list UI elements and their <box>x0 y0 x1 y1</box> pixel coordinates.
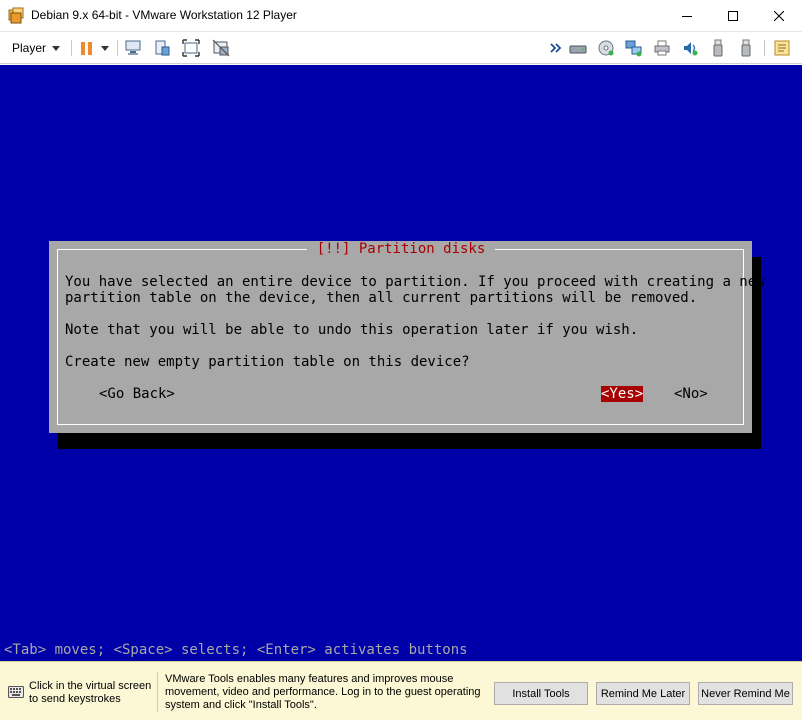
dialog-question: Create new empty partition table on this… <box>65 354 470 370</box>
show-devices-button[interactable] <box>549 39 563 57</box>
printer-device-button[interactable] <box>653 39 671 57</box>
network-adapter-icon <box>625 40 642 57</box>
chevron-down-icon <box>52 45 61 51</box>
no-button[interactable]: <No> <box>674 386 708 402</box>
vmware-tools-infobar: Click in the virtual screen to send keys… <box>0 661 802 720</box>
sound-card-device-button[interactable] <box>681 39 699 57</box>
usb-device-button[interactable] <box>709 39 727 57</box>
vmware-tools-message: VMware Tools enables many features and i… <box>165 673 481 711</box>
keyboard-hint: <Tab> moves; <Space> selects; <Enter> ac… <box>4 642 468 658</box>
go-back-button[interactable]: <Go Back> <box>99 386 175 402</box>
toolbar-separator <box>71 40 72 56</box>
player-menu-label: Player <box>12 41 47 55</box>
dialog-text-line: You have selected an entire device to pa… <box>65 274 765 290</box>
close-button[interactable] <box>756 0 802 31</box>
unity-button[interactable] <box>153 39 171 57</box>
yes-button[interactable]: <Yes> <box>601 386 644 402</box>
hard-disk-device-button[interactable] <box>569 39 587 57</box>
toolbar-separator <box>117 40 118 56</box>
infobar-divider <box>157 672 158 712</box>
toolbar: Player <box>0 32 802 64</box>
exit-unity-icon <box>212 39 230 57</box>
pause-button[interactable] <box>78 39 96 57</box>
hard-disk-icon <box>569 45 587 54</box>
close-icon <box>774 10 784 21</box>
minimize-button[interactable] <box>664 0 710 31</box>
printer-icon <box>654 40 670 56</box>
network-adapter-device-button[interactable] <box>625 39 643 57</box>
dialog-title: [!!] Partition disks <box>307 241 495 257</box>
usb-device-2-icon <box>741 39 751 57</box>
exit-unity-button[interactable] <box>212 39 230 57</box>
dialog-text-line: Note that you will be able to undo this … <box>65 322 639 338</box>
chevron-down-icon <box>101 45 109 51</box>
full-screen-button[interactable] <box>182 39 200 57</box>
maximize-icon <box>728 10 738 21</box>
full-screen-icon <box>182 39 200 57</box>
title-bar: Debian 9.x 64-bit - VMware Workstation 1… <box>0 0 802 32</box>
usb-device-2-button[interactable] <box>737 39 755 57</box>
never-remind-me-button[interactable]: Never Remind Me <box>698 682 793 705</box>
message-log-button[interactable] <box>773 39 791 57</box>
dialog-text-line: partition table on the device, then all … <box>65 290 698 306</box>
keyboard-icon <box>8 686 24 698</box>
keystrokes-hint: Click in the virtual screen to send keys… <box>29 680 152 705</box>
toolbar-separator <box>764 40 765 56</box>
pause-options-dropdown[interactable] <box>99 39 111 57</box>
pause-icon <box>81 41 92 55</box>
install-tools-button[interactable]: Install Tools <box>494 682 588 705</box>
cd-dvd-icon <box>598 40 614 56</box>
message-log-icon <box>774 40 790 56</box>
player-menu-button[interactable]: Player <box>6 38 66 58</box>
vmware-player-icon <box>8 7 24 24</box>
send-ctrl-alt-del-button[interactable] <box>124 39 142 57</box>
window-title: Debian 9.x 64-bit - VMware Workstation 1… <box>31 8 297 22</box>
virtual-machine-screen[interactable]: [!!] Partition disks You have selected a… <box>0 65 802 661</box>
unity-icon <box>155 40 170 56</box>
remind-me-later-button[interactable]: Remind Me Later <box>596 682 690 705</box>
cd-dvd-device-button[interactable] <box>597 39 615 57</box>
partition-disks-dialog: [!!] Partition disks You have selected a… <box>49 241 765 433</box>
double-chevron-right-icon <box>550 43 562 53</box>
minimize-icon <box>682 15 692 17</box>
usb-device-icon <box>713 39 723 57</box>
maximize-button[interactable] <box>710 0 756 31</box>
sound-card-icon <box>684 42 698 56</box>
ctrl-alt-del-icon <box>125 40 141 55</box>
